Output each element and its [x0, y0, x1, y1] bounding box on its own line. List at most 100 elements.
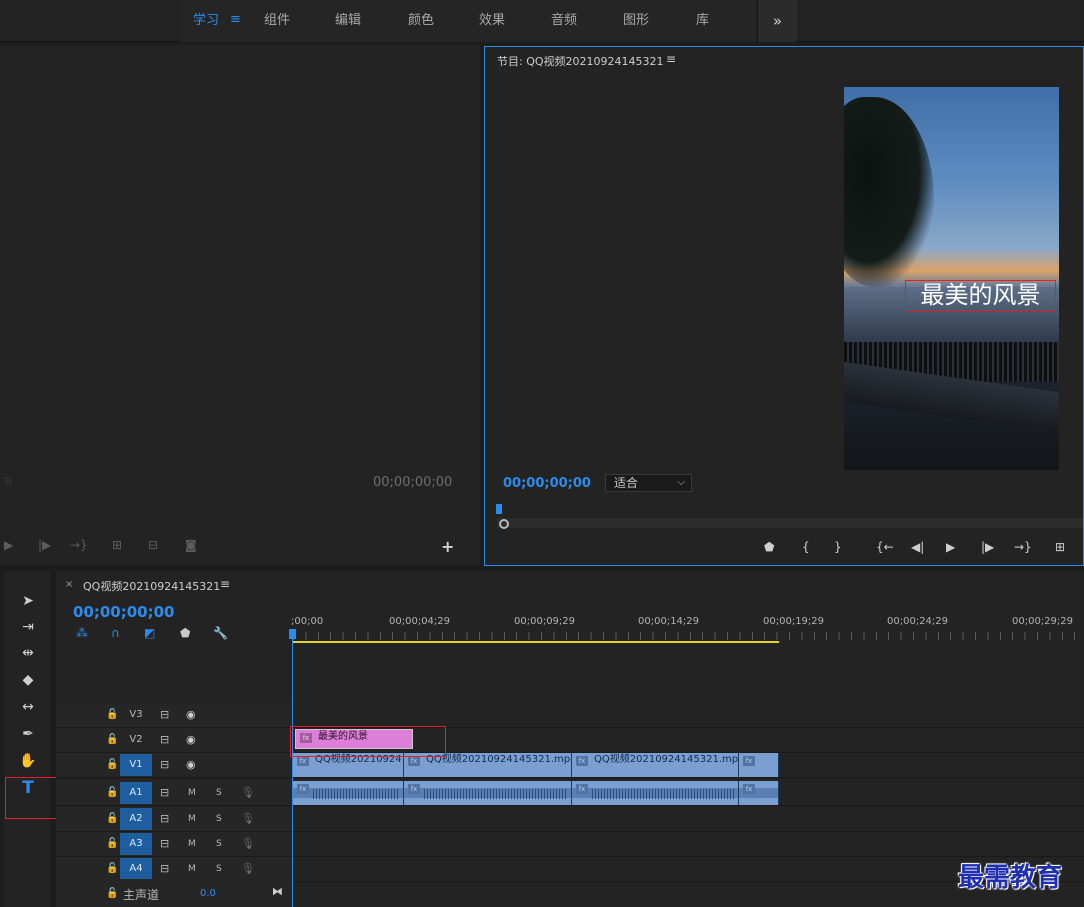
microphone-icon[interactable]: 🎙 — [241, 812, 255, 825]
mute-button[interactable]: M — [188, 839, 196, 849]
workspace-tab-audio[interactable]: 音频 — [551, 0, 577, 42]
step-forward-icon[interactable]: |▶ — [38, 538, 51, 552]
track-name[interactable]: A1 — [120, 782, 152, 804]
mark-in-icon[interactable]: { — [802, 540, 810, 554]
zoom-fit-select[interactable]: 适合 ⌵ — [605, 474, 692, 492]
workspace-tab-graphics[interactable]: 图形 — [623, 0, 649, 42]
timeline-menu-icon[interactable]: ≡ — [220, 577, 230, 591]
sync-lock-icon[interactable]: ⊟ — [160, 708, 169, 721]
lock-icon[interactable]: 🔓 — [106, 709, 118, 720]
play-icon[interactable]: ▶ — [946, 540, 955, 554]
ripple-edit-tool-icon[interactable]: ⇹ — [18, 643, 38, 663]
solo-button[interactable]: S — [216, 788, 222, 798]
timeline-playhead[interactable] — [289, 629, 296, 639]
program-monitor-title[interactable]: 节目: QQ视频20210924145321 — [497, 53, 664, 69]
sequence-tab[interactable]: QQ视频20210924145321 — [83, 578, 220, 594]
close-icon[interactable]: × — [65, 579, 73, 590]
workspace-tab-editing[interactable]: 编辑 — [335, 0, 361, 42]
nest-icon[interactable]: ⁂ — [76, 626, 88, 640]
sync-lock-icon[interactable]: ⊟ — [160, 758, 169, 771]
video-clip[interactable]: fx QQ视频20210924145321.mp4 — [572, 753, 739, 777]
sync-lock-icon[interactable]: ⊟ — [160, 812, 169, 825]
lock-icon[interactable]: 🔓 — [106, 734, 118, 745]
linked-selection-icon[interactable]: ◩ — [144, 626, 155, 640]
eye-icon[interactable]: ◉ — [186, 758, 196, 771]
microphone-icon[interactable]: 🎙 — [241, 862, 255, 875]
audio-clip[interactable]: fx — [404, 781, 572, 805]
go-to-out-icon[interactable]: →} — [1014, 540, 1032, 554]
insert-icon[interactable]: ⊞ — [112, 538, 122, 552]
go-to-end-icon[interactable]: ⧓ — [272, 885, 283, 898]
sync-lock-icon[interactable]: ⊟ — [160, 837, 169, 850]
time-ruler[interactable] — [293, 632, 1084, 640]
program-menu-icon[interactable]: ≡ — [666, 52, 676, 66]
workspace-tab-assembly[interactable]: 组件 — [264, 0, 290, 42]
lock-icon[interactable]: 🔓 — [106, 888, 118, 899]
add-button-icon[interactable]: + — [441, 537, 454, 556]
title-caption[interactable]: 最美的风景 — [905, 280, 1056, 311]
workspace-tab-learn[interactable]: 学习 — [193, 0, 219, 42]
video-frame[interactable]: 最美的风景 — [844, 87, 1059, 470]
go-to-in-icon[interactable]: {← — [876, 540, 894, 554]
sync-lock-icon[interactable]: ⊟ — [160, 733, 169, 746]
lock-icon[interactable]: 🔓 — [106, 838, 118, 849]
work-area-bar[interactable] — [293, 641, 779, 643]
timeline-timecode[interactable]: 00;00;00;00 — [73, 603, 175, 621]
solo-button[interactable]: S — [216, 839, 222, 849]
selection-tool-icon[interactable]: ➤ — [18, 591, 38, 611]
program-timecode[interactable]: 00;00;00;00 — [503, 476, 591, 491]
track-name[interactable]: V2 — [120, 729, 152, 751]
add-marker-icon[interactable]: ⬟ — [180, 626, 190, 640]
solo-button[interactable]: S — [216, 814, 222, 824]
audio-clip[interactable]: fx — [293, 781, 404, 805]
overwrite-icon[interactable]: ⊟ — [148, 538, 158, 552]
mute-button[interactable]: M — [188, 864, 196, 874]
master-volume-value[interactable]: 0.0 — [200, 888, 216, 899]
zoom-knob[interactable] — [499, 519, 509, 529]
workspace-tab-effects[interactable]: 效果 — [479, 0, 505, 42]
track-select-tool-icon[interactable]: ⇥ — [18, 617, 38, 637]
workspace-menu-icon[interactable]: ≡ — [230, 13, 241, 27]
mark-out-icon[interactable]: } — [834, 540, 842, 554]
camera-icon[interactable]: ◙ — [185, 538, 197, 552]
track-name[interactable]: V3 — [120, 704, 152, 726]
more-workspaces-icon[interactable]: » — [757, 0, 797, 42]
lock-icon[interactable]: 🔓 — [106, 787, 118, 798]
microphone-icon[interactable]: 🎙 — [241, 837, 255, 850]
track-name[interactable]: V1 — [120, 754, 152, 776]
track-name[interactable]: A3 — [120, 833, 152, 855]
pen-tool-icon[interactable]: ✒ — [18, 724, 38, 744]
program-playhead[interactable] — [496, 504, 502, 514]
eye-icon[interactable]: ◉ — [186, 733, 196, 746]
lock-icon[interactable]: 🔓 — [106, 813, 118, 824]
sync-lock-icon[interactable]: ⊟ — [160, 862, 169, 875]
step-forward-icon[interactable]: |▶ — [981, 540, 994, 554]
workspace-tab-color[interactable]: 颜色 — [408, 0, 434, 42]
source-timecode[interactable]: 00;00;00;00 — [373, 475, 452, 490]
microphone-icon[interactable]: 🎙 — [241, 786, 255, 799]
workspace-tab-libraries[interactable]: 库 — [696, 0, 709, 42]
eye-icon[interactable]: ◉ — [186, 708, 196, 721]
solo-button[interactable]: S — [216, 864, 222, 874]
audio-clip[interactable]: fx — [739, 781, 779, 805]
track-name[interactable]: A4 — [120, 858, 152, 880]
track-name[interactable]: A2 — [120, 808, 152, 830]
add-marker-icon[interactable]: ⬟ — [764, 540, 774, 554]
wrench-icon[interactable]: 🔧 — [213, 626, 228, 640]
sync-lock-icon[interactable]: ⊟ — [160, 786, 169, 799]
lift-icon[interactable]: ⊞ — [1055, 540, 1065, 554]
play-icon[interactable]: ▶ — [4, 538, 13, 552]
slip-tool-icon[interactable]: ↔ — [18, 697, 38, 717]
hand-tool-icon[interactable]: ✋ — [18, 751, 38, 771]
mute-button[interactable]: M — [188, 814, 196, 824]
waveform-toggle-icon[interactable]: ⫶⫶⫶ — [4, 477, 12, 488]
razor-tool-icon[interactable]: ◆ — [18, 670, 38, 690]
program-scrub-bar[interactable] — [497, 518, 1083, 528]
audio-clip[interactable]: fx — [572, 781, 739, 805]
mute-button[interactable]: M — [188, 788, 196, 798]
lock-icon[interactable]: 🔓 — [106, 863, 118, 874]
lock-icon[interactable]: 🔓 — [106, 759, 118, 770]
snap-magnet-icon[interactable]: ∩ — [111, 626, 120, 640]
timeline-playhead-line[interactable] — [292, 631, 293, 907]
step-back-icon[interactable]: ◀| — [911, 540, 924, 554]
